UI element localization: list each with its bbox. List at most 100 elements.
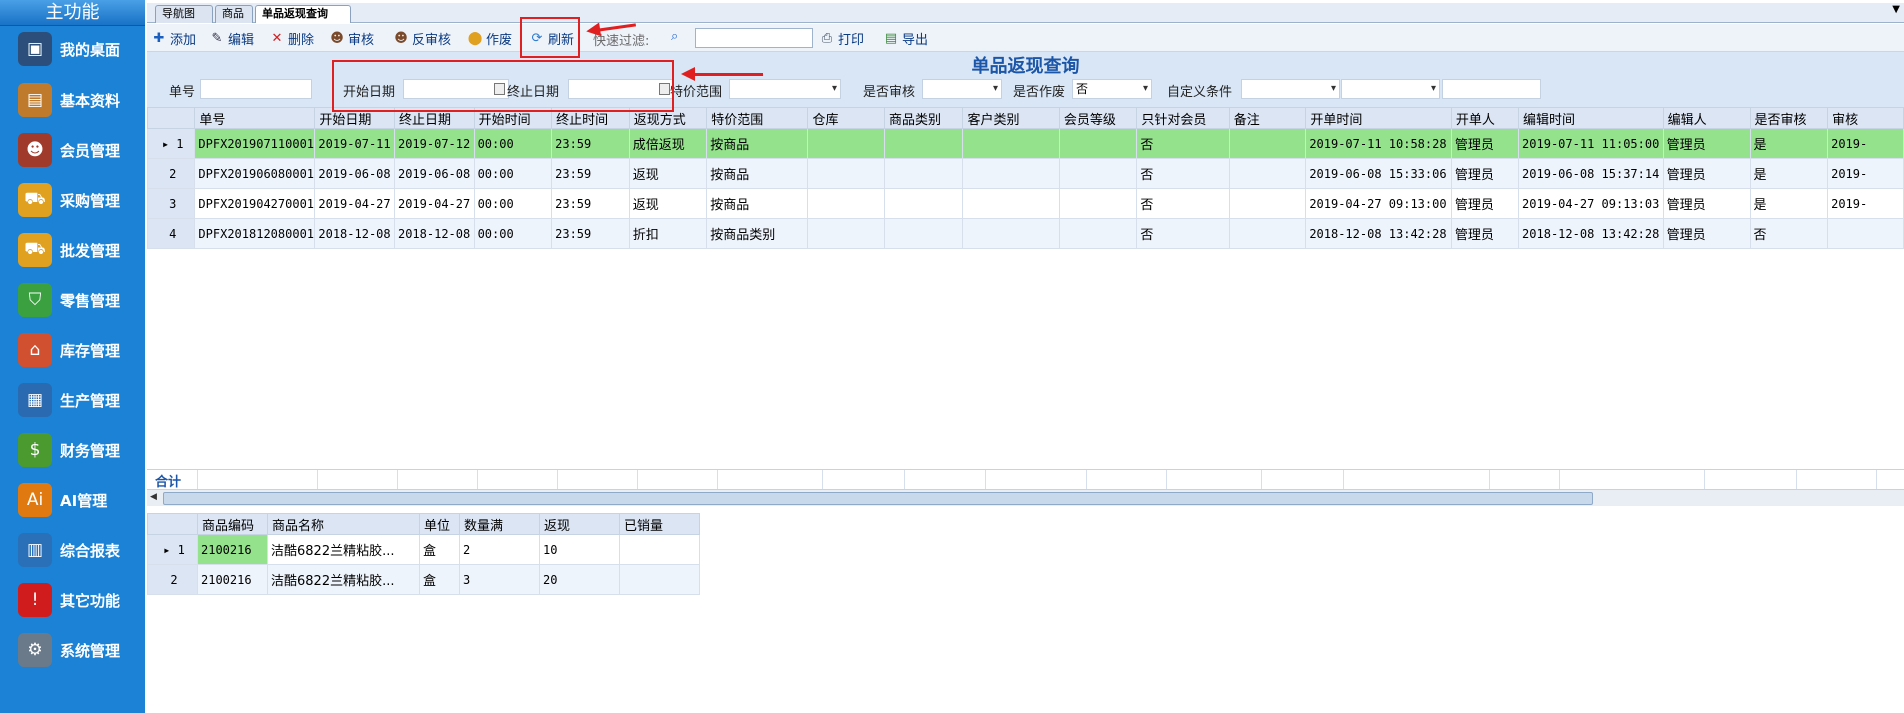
table-cell[interactable]: 2019-04-27 [393, 188, 475, 219]
unaudit-button[interactable]: ☻ 反审核 [393, 27, 451, 49]
table-cell[interactable]: 00:00 [473, 218, 553, 249]
print-button[interactable]: ⎙ 打印 [819, 27, 864, 49]
table-cell[interactable]: 23:59 [551, 128, 630, 159]
column-header[interactable]: 已销量 [619, 513, 700, 535]
table-cell[interactable]: 2019-06-08 15:33:06 [1305, 158, 1452, 189]
table-cell[interactable]: 成倍返现 [628, 128, 708, 159]
table-cell[interactable] [962, 218, 1060, 249]
column-header[interactable]: 开单人 [1450, 107, 1520, 129]
column-header[interactable]: 只针对会员 [1136, 107, 1230, 129]
sidebar-item-4[interactable]: ⛟ 批发管理 [0, 230, 145, 270]
table-cell[interactable]: 盒 [419, 534, 460, 565]
column-header[interactable]: 数量满 [459, 513, 540, 535]
table-cell[interactable] [884, 188, 964, 219]
tab-dropdown-icon[interactable]: ▼ [1892, 4, 1900, 15]
table-cell[interactable]: DPFX201812080001 [194, 218, 316, 249]
table-cell[interactable]: 2019-07-11 10:58:28 [1305, 128, 1452, 159]
sidebar-item-0[interactable]: ▣ 我的桌面 [0, 29, 145, 69]
table-cell[interactable]: 是 [1749, 188, 1829, 219]
table-cell[interactable]: 10 [539, 534, 620, 565]
column-header[interactable]: 是否审核 [1749, 107, 1829, 129]
table-cell[interactable]: 2100216 [197, 534, 268, 565]
table-cell[interactable]: 2019-07-11 11:05:00 [1518, 128, 1664, 159]
add-button[interactable]: ✚ 添加 [151, 27, 196, 49]
column-header[interactable]: 单号 [194, 107, 316, 129]
table-cell[interactable]: 2019-06-08 [393, 158, 475, 189]
audited-select[interactable] [922, 79, 1002, 99]
table-cell[interactable]: 2019-04-27 09:13:03 [1518, 188, 1664, 219]
tab-single-cashback[interactable]: 单品返现查询 [255, 5, 351, 23]
table-cell[interactable] [807, 188, 886, 219]
bill-no-input[interactable] [200, 79, 312, 99]
column-header[interactable]: 客户类别 [962, 107, 1060, 129]
table-row[interactable]: 3 DPFX201904270001 2019-04-27 2019-04-27 00:… [146, 188, 1904, 219]
audit-button[interactable]: ☻ 审核 [329, 27, 374, 49]
scrollbar-thumb[interactable] [163, 492, 1593, 505]
table-cell[interactable] [807, 218, 886, 249]
table-cell[interactable] [1228, 218, 1307, 249]
custom-operator-select[interactable] [1341, 79, 1440, 99]
table-cell[interactable]: 返现 [628, 158, 708, 189]
table-cell[interactable] [962, 158, 1060, 189]
table-cell[interactable]: 盒 [419, 564, 460, 595]
table-cell[interactable] [962, 128, 1060, 159]
table-cell[interactable] [962, 188, 1060, 219]
column-header[interactable]: 备注 [1228, 107, 1307, 129]
table-cell[interactable] [884, 158, 964, 189]
tab-products[interactable]: 商品 [215, 5, 253, 23]
table-cell[interactable] [1058, 188, 1138, 219]
table-cell[interactable]: 管理员 [1662, 218, 1751, 249]
column-header[interactable]: 会员等级 [1058, 107, 1138, 129]
table-cell[interactable] [1228, 158, 1307, 189]
table-cell[interactable]: 洁酷6822兰精粘胶... [267, 564, 420, 595]
voided-select[interactable]: 否 [1072, 79, 1152, 99]
table-cell[interactable] [1827, 218, 1904, 249]
table-cell[interactable]: 2019-07-12 [393, 128, 475, 159]
column-header[interactable]: 仓库 [807, 107, 886, 129]
table-cell[interactable] [619, 534, 700, 565]
table-cell[interactable]: 返现 [628, 188, 708, 219]
table-cell[interactable]: 3 [459, 564, 540, 595]
table-cell[interactable]: 2019-06-08 [314, 158, 395, 189]
table-cell[interactable]: 管理员 [1450, 218, 1520, 249]
table-cell[interactable]: DPFX201904270001 [194, 188, 316, 219]
table-cell[interactable]: 2019- [1827, 188, 1904, 219]
custom-value-input[interactable] [1442, 79, 1541, 99]
sidebar-item-5[interactable]: ⛉ 零售管理 [0, 280, 145, 320]
table-cell[interactable]: 2019- [1827, 128, 1904, 159]
scroll-left-icon[interactable]: ◀ [150, 492, 157, 502]
table-cell[interactable] [807, 128, 886, 159]
table-cell[interactable]: 否 [1749, 218, 1829, 249]
table-cell[interactable]: 00:00 [473, 128, 553, 159]
sidebar-item-11[interactable]: ! 其它功能 [0, 580, 145, 620]
table-cell[interactable]: 2019-04-27 09:13:00 [1305, 188, 1452, 219]
table-cell[interactable]: 2018-12-08 13:42:28 [1305, 218, 1452, 249]
table-cell[interactable]: 23:59 [551, 158, 630, 189]
column-header[interactable]: 单位 [419, 513, 460, 535]
tab-navigation[interactable]: 导航图 [155, 5, 213, 23]
table-cell[interactable]: 管理员 [1450, 158, 1520, 189]
column-header[interactable]: 商品名称 [267, 513, 420, 535]
table-cell[interactable]: 否 [1136, 218, 1230, 249]
column-header[interactable]: 开单时间 [1305, 107, 1452, 129]
table-cell[interactable] [1228, 188, 1307, 219]
horizontal-scrollbar[interactable]: ◀ [147, 489, 1904, 506]
table-cell[interactable]: 管理员 [1662, 128, 1751, 159]
table-cell[interactable]: 是 [1749, 158, 1829, 189]
table-cell[interactable]: 2018-12-08 [393, 218, 475, 249]
table-cell[interactable]: 管理员 [1662, 188, 1751, 219]
column-header[interactable]: 编辑人 [1662, 107, 1751, 129]
sidebar-item-8[interactable]: $ 财务管理 [0, 430, 145, 470]
table-cell[interactable]: 管理员 [1450, 188, 1520, 219]
sidebar-item-1[interactable]: ▤ 基本资料 [0, 80, 145, 120]
table-cell[interactable]: 管理员 [1450, 128, 1520, 159]
table-cell[interactable] [884, 218, 964, 249]
table-cell[interactable]: 20 [539, 564, 620, 595]
column-header[interactable]: 返现 [539, 513, 620, 535]
delete-button[interactable]: ✕ 删除 [269, 27, 314, 49]
table-cell[interactable] [1058, 218, 1138, 249]
table-row[interactable]: 2 DPFX201906080001 2019-06-08 2019-06-08 00:… [146, 158, 1904, 189]
custom-field-select[interactable] [1241, 79, 1340, 99]
table-cell[interactable]: 否 [1136, 128, 1230, 159]
column-header[interactable]: 编辑时间 [1518, 107, 1664, 129]
